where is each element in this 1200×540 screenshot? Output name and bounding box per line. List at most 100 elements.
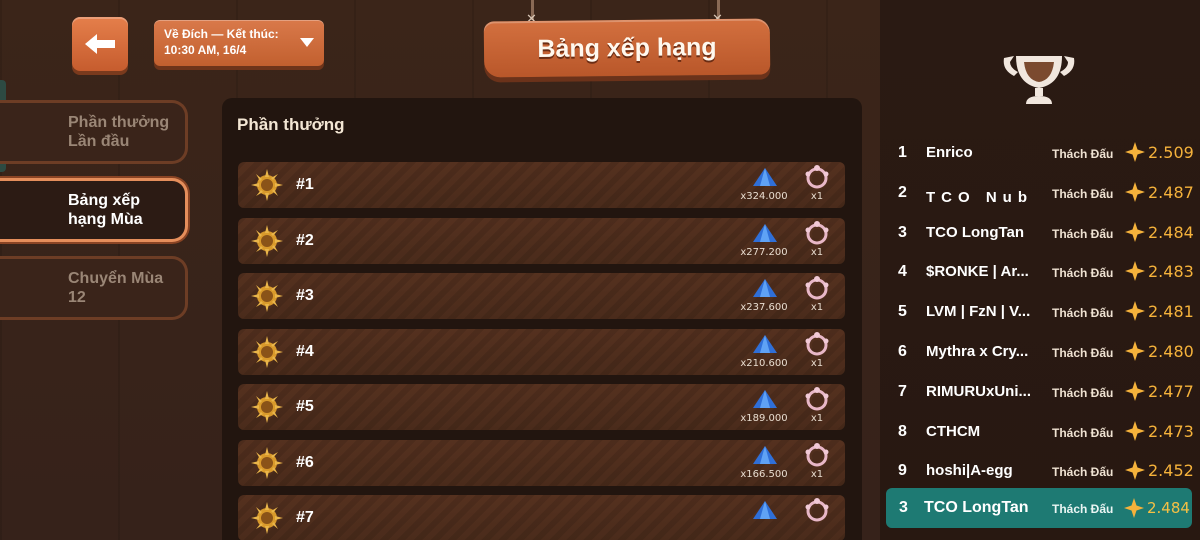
leaderboard-row[interactable]: 5 LVM | FzN | V... Thách Đấu 2.481	[890, 293, 1194, 331]
rank-emblem-icon	[251, 169, 283, 201]
reward-rank: #4	[296, 342, 314, 360]
frame-amount: x1	[810, 191, 824, 202]
rank-number: 6	[898, 343, 907, 360]
rank-number: 9	[898, 462, 907, 480]
rank-number: 8	[898, 422, 907, 440]
tier-label: Thách Đấu	[1052, 266, 1114, 281]
tab-label: Phần thưởng	[68, 114, 170, 131]
player-name: TCO LongTan	[926, 223, 1025, 241]
leaderboard-row[interactable]: 8 CTHCM Thách Đấu 2.473	[890, 413, 1194, 451]
reward-row: #1 x324.000 x1	[238, 162, 845, 208]
chevron-down-icon	[300, 38, 314, 47]
rank-emblem-icon	[251, 280, 283, 312]
points: 2.509	[1148, 143, 1194, 162]
avatar-frame-icon	[805, 498, 829, 522]
trophy-icon	[1003, 56, 1075, 104]
avatar-frame-icon	[805, 220, 829, 244]
frame-amount: x1	[810, 357, 824, 369]
rank-emblem-icon	[251, 446, 283, 479]
player-name: RIMURUxUni...	[926, 382, 1031, 400]
star-icon	[1125, 261, 1145, 282]
avatar-frame-icon	[805, 276, 829, 300]
tier-label: Thách Đấu	[1052, 186, 1114, 201]
tier-label: Thách Đấu	[1052, 385, 1114, 400]
gem-amount: x324.000	[740, 191, 788, 202]
my-rank-row[interactable]: 3 TCO LongTan Thách Đấu 2.484	[886, 488, 1192, 528]
reward-rank: #1	[296, 176, 314, 193]
rank-number: 2	[898, 183, 907, 201]
frame-amount: x1	[810, 246, 824, 258]
tier-label: Thách Đấu	[1052, 425, 1114, 440]
player-name: TCO Nub	[926, 188, 1033, 206]
reward-rank: #2	[296, 231, 314, 249]
star-icon	[1125, 221, 1145, 242]
gem-amount: x210.600	[740, 357, 788, 369]
tab-label: Bảng xếp	[68, 192, 141, 209]
player-name: CTHCM	[926, 422, 981, 440]
leaderboard-row[interactable]: 4 $RONKE | Ar... Thách Đấu 2.483	[890, 253, 1194, 291]
reward-row: #2 x277.200 x1	[238, 217, 845, 264]
gem-amount: x237.600	[740, 302, 788, 313]
blue-gem-icon	[753, 445, 777, 464]
gem-amount: x277.200	[740, 246, 788, 258]
rank-number: 1	[898, 144, 907, 161]
my-player-name: TCO LongTan	[924, 499, 1029, 516]
gem-amount: x166.500	[740, 468, 788, 480]
tier-label: Thách Đấu	[1052, 306, 1114, 321]
star-icon	[1125, 181, 1145, 202]
blue-gem-icon	[753, 501, 777, 519]
reward-row: #6 x166.500 x1	[238, 439, 845, 486]
blue-gem-icon	[753, 223, 777, 242]
points: 2.487	[1148, 182, 1194, 202]
blue-gem-icon	[753, 390, 777, 408]
back-arrow-icon	[85, 34, 115, 54]
back-button[interactable]	[72, 17, 128, 71]
tab-label: hạng Mùa	[68, 211, 143, 228]
tab-first-rewards[interactable]: Phần thưởng Lần đầu	[0, 100, 188, 164]
my-tier: Thách Đấu	[1052, 502, 1114, 516]
rewards-panel[interactable]: Phần thưởng #1 x324.000 x1 #2 x277.200 x1 #3 x2…	[222, 98, 862, 540]
gem-amount: x189.000	[740, 413, 788, 424]
reward-rank: #7	[296, 509, 314, 526]
page-title: Bảng xếp hạng	[483, 18, 771, 78]
leaderboard-row[interactable]: 9 hoshi|A-egg Thách Đấu 2.452	[890, 452, 1194, 490]
tab-label: Lần đầu	[68, 133, 130, 150]
points: 2.481	[1148, 302, 1194, 322]
reward-row: #5 x189.000 x1	[238, 384, 845, 430]
reward-rank: #6	[296, 453, 314, 471]
leaderboard-row[interactable]: 6 Mythra x Cry... Thách Đấu 2.480	[890, 333, 1194, 371]
rewards-title: Phần thưởng	[237, 115, 345, 134]
rank-emblem-icon	[251, 224, 283, 257]
player-name: hoshi|A-egg	[926, 462, 1013, 480]
points: 2.483	[1148, 262, 1194, 282]
rank-emblem-icon	[251, 335, 283, 368]
leaderboard-row[interactable]: 3 TCO LongTan Thách Đấu 2.484	[890, 214, 1194, 252]
player-name: Enrico	[926, 144, 973, 161]
star-icon	[1125, 460, 1145, 481]
blue-gem-icon	[753, 168, 777, 186]
points: 2.452	[1148, 461, 1194, 481]
frame-amount: x1	[810, 468, 824, 480]
rank-number: 3	[898, 223, 907, 241]
tab-season-transfer[interactable]: Chuyển Mùa 12	[0, 256, 188, 320]
leaderboard-row[interactable]: 7 RIMURUxUni... Thách Đấu 2.477	[890, 373, 1194, 411]
tier-label: Thách Đấu	[1052, 226, 1114, 241]
reward-rank: #5	[296, 398, 314, 415]
my-points: 2.484	[1147, 499, 1190, 517]
tab-season-ranking[interactable]: Bảng xếp hạng Mùa	[0, 178, 188, 242]
rank-number: 4	[898, 263, 907, 281]
season-dropdown[interactable]: Về Đích — Kết thúc: 10:30 AM, 16/4	[154, 20, 324, 66]
player-name: LVM | FzN | V...	[926, 303, 1031, 321]
points: 2.473	[1148, 421, 1194, 441]
player-name: $RONKE | Ar...	[926, 263, 1029, 281]
reward-row: #4 x210.600 x1	[238, 328, 845, 375]
reward-row: #7	[238, 495, 845, 540]
leaderboard-row[interactable]: 1 Enrico Thách Đấu 2.509	[890, 134, 1194, 172]
points: 2.477	[1148, 381, 1194, 401]
leaderboard-row[interactable]: 2 TCO Nub Thách Đấu 2.487	[890, 174, 1194, 212]
blue-gem-icon	[753, 334, 777, 353]
player-name: Mythra x Cry...	[926, 343, 1029, 360]
tier-label: Thách Đấu	[1052, 346, 1114, 360]
tab-label: 12	[68, 289, 86, 306]
star-icon	[1124, 498, 1144, 518]
